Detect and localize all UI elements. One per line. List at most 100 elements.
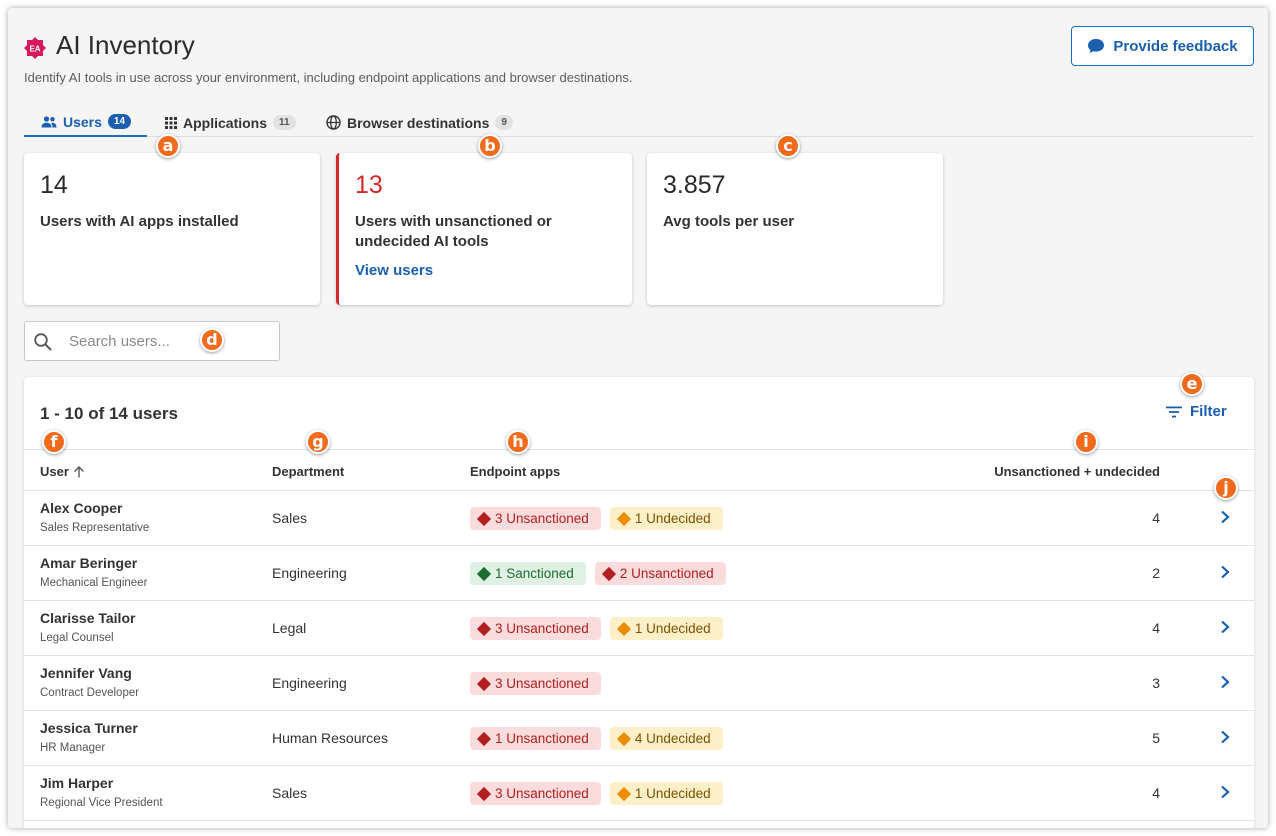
provide-feedback-button[interactable]: Provide feedback xyxy=(1071,26,1254,66)
sanctioned-badge: 1 Sanctioned xyxy=(470,562,586,585)
unsanctioned-undecided-count: 4 xyxy=(1152,785,1160,801)
badge-label: 1 Unsanctioned xyxy=(495,731,589,746)
table-row[interactable]: Jessica Turner HR Manager Human Resources 1… xyxy=(24,711,1254,766)
unsanctioned-badge: 1 Unsanctioned xyxy=(470,727,601,750)
badge-label: 1 Undecided xyxy=(634,511,711,526)
undecided-badge: 4 Undecided xyxy=(609,727,723,750)
user-name: Jennifer Vang xyxy=(40,665,132,681)
stat-label: Users with unsanctioned or undecided AI … xyxy=(355,213,552,250)
endpoint-apps-badges: 1 Unsanctioned 4 Undecided xyxy=(470,727,723,750)
row-open-button[interactable] xyxy=(1220,675,1230,694)
row-open-button[interactable] xyxy=(1220,730,1230,749)
users-table-panel: 1 - 10 of 14 users Filter User Departmen… xyxy=(24,377,1254,828)
filter-icon xyxy=(1166,406,1182,417)
diamond-icon xyxy=(476,731,492,746)
view-users-link[interactable]: View users xyxy=(355,262,616,279)
callout-marker-b: b xyxy=(478,134,502,158)
user-name: Alex Cooper xyxy=(40,500,123,516)
row-open-button[interactable] xyxy=(1220,565,1230,584)
users-icon xyxy=(41,115,57,127)
diamond-icon xyxy=(601,566,616,581)
stat-card-users-installed: 14 Users with AI apps installed xyxy=(24,153,320,305)
column-header-department: Department xyxy=(272,464,344,479)
page-title: AI Inventory xyxy=(56,30,195,60)
diamond-icon xyxy=(476,566,492,581)
badge-label: 1 Undecided xyxy=(634,621,711,636)
chevron-right-icon xyxy=(1221,785,1230,799)
callout-marker-j: j xyxy=(1214,476,1238,500)
ai-inventory-logo-icon: EA xyxy=(24,37,46,59)
unsanctioned-undecided-count: 2 xyxy=(1152,565,1160,581)
badge-label: 3 Unsanctioned xyxy=(495,511,589,526)
row-open-button[interactable] xyxy=(1220,620,1230,639)
tab-applications-label: Applications xyxy=(183,114,268,131)
undecided-badge: 1 Undecided xyxy=(609,617,723,640)
endpoint-apps-badges: 3 Unsanctioned 1 Undecided xyxy=(470,782,723,805)
table-row[interactable]: Amar Beringer Mechanical Engineer Engineer… xyxy=(24,546,1254,601)
endpoint-apps-badges: 3 Unsanctioned 1 Undecided xyxy=(470,617,723,640)
user-title: HR Manager xyxy=(40,742,106,754)
row-open-button[interactable] xyxy=(1220,785,1230,804)
tab-users-label: Users xyxy=(63,113,102,130)
tab-applications[interactable]: Applications 11 xyxy=(165,108,296,137)
column-endpoint-apps-label: Endpoint apps xyxy=(470,464,561,479)
svg-text:EA: EA xyxy=(29,45,40,54)
unsanctioned-undecided-count: 4 xyxy=(1152,510,1160,526)
filter-label: Filter xyxy=(1190,403,1227,420)
endpoint-apps-badges: 3 Unsanctioned 1 Undecided xyxy=(470,507,723,530)
chevron-right-icon xyxy=(1221,620,1230,634)
user-title: Regional Vice President xyxy=(40,797,163,809)
diamond-icon xyxy=(616,786,631,801)
callout-marker-e: e xyxy=(1180,372,1204,396)
table-header: User Department Endpoint apps Unsanction… xyxy=(24,449,1254,491)
user-name: Amar Beringer xyxy=(40,555,138,571)
tab-bar: Users 14 Applications 11 Browser destina… xyxy=(24,108,1254,137)
user-name: Jim Harper xyxy=(40,775,114,791)
sort-ascending-icon xyxy=(73,465,84,477)
filter-button[interactable]: Filter xyxy=(1166,403,1227,420)
endpoint-apps-badges: 3 Unsanctioned xyxy=(470,672,601,695)
user-name: Clarisse Tailor xyxy=(40,610,136,626)
column-header-endpoint-apps: Endpoint apps xyxy=(470,464,560,479)
diamond-icon xyxy=(616,621,631,636)
tab-browser-destinations-count: 9 xyxy=(495,115,513,130)
callout-marker-a: a xyxy=(156,134,180,158)
chat-bubble-icon xyxy=(1088,39,1105,53)
badge-label: 4 Undecided xyxy=(634,731,711,746)
table-row[interactable]: Clarisse Tailor Legal Counsel Legal 3 Unsan… xyxy=(24,601,1254,656)
table-row[interactable]: Jim Harper Regional Vice President Sales 3 … xyxy=(24,766,1254,821)
undecided-badge: 1 Undecided xyxy=(609,782,723,805)
stat-card-unsanctioned-users: 13 Users with unsanctioned or undecided … xyxy=(336,153,632,305)
stat-card-avg-tools: 3.857 Avg tools per user xyxy=(647,153,943,305)
badge-label: 3 Unsanctioned xyxy=(495,786,589,801)
user-title: Sales Representative xyxy=(40,522,150,534)
user-department: Sales xyxy=(272,510,308,526)
column-department-label: Department xyxy=(272,464,345,479)
undecided-badge: 1 Undecided xyxy=(609,507,723,530)
endpoint-apps-badges: 1 Sanctioned 2 Unsanctioned xyxy=(470,562,726,585)
table-row[interactable]: Alex Cooper Sales Representative Sales 3 Un… xyxy=(24,491,1254,546)
badge-label: 1 Undecided xyxy=(634,786,711,801)
unsanctioned-badge: 3 Unsanctioned xyxy=(470,507,601,530)
row-open-button[interactable] xyxy=(1220,510,1230,529)
user-department: Sales xyxy=(272,785,308,801)
user-title: Contract Developer xyxy=(40,687,140,699)
column-unsanctioned-undecided-label: Unsanctioned + undecided xyxy=(994,464,1160,479)
tab-users[interactable]: Users 14 xyxy=(24,108,147,137)
badge-label: 3 Unsanctioned xyxy=(495,676,589,691)
table-row[interactable]: Jennifer Vang Contract Developer Engineeri… xyxy=(24,656,1254,711)
chevron-right-icon xyxy=(1221,565,1230,579)
user-title: Legal Counsel xyxy=(40,632,114,644)
diamond-icon xyxy=(476,786,492,801)
stat-label: Users with AI apps installed xyxy=(40,213,239,230)
column-header-user[interactable]: User xyxy=(40,464,85,479)
tab-applications-count: 11 xyxy=(273,115,296,130)
user-name: Jessica Turner xyxy=(40,720,138,736)
stat-value: 13 xyxy=(355,171,383,199)
unsanctioned-undecided-count: 3 xyxy=(1152,675,1160,691)
tab-browser-destinations[interactable]: Browser destinations 9 xyxy=(326,108,513,137)
page-content: EA AI Inventory Identify AI tools in use… xyxy=(24,8,1254,828)
tab-browser-destinations-label: Browser destinations xyxy=(347,114,490,131)
search-input[interactable] xyxy=(69,331,269,351)
stat-value: 3.857 xyxy=(663,171,726,199)
